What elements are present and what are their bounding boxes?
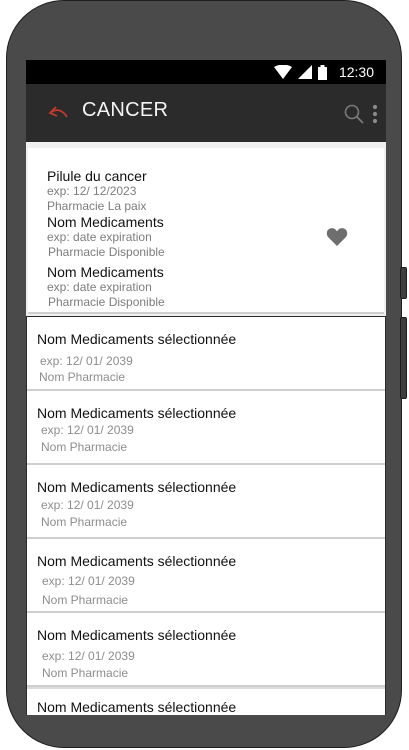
favorite-item[interactable]: Nom Medicaments exp: date expiration Pha…: [47, 264, 165, 310]
list-item[interactable]: Nom Medicaments sélectionnée exp: 12/ 01…: [27, 539, 385, 613]
expiration-date: exp: 12/ 01/ 2039: [42, 649, 135, 663]
favorites-card: Pilule du cancer exp: 12/ 12/2023 Pharma…: [28, 148, 384, 314]
list-item[interactable]: Nom Medicaments sélectionnée: [27, 689, 385, 715]
selected-medicines-list: Nom Medicaments sélectionnée exp: 12/ 01…: [26, 316, 386, 715]
more-vert-icon[interactable]: [372, 104, 378, 124]
list-item[interactable]: Nom Medicaments sélectionnée exp: 12/ 01…: [27, 391, 385, 465]
expiration-date: exp: 12/ 01/ 2039: [41, 498, 134, 512]
wifi-icon: [273, 65, 292, 79]
power-button: [400, 267, 407, 299]
list-item[interactable]: Nom Medicaments sélectionnée exp: 12/ 01…: [27, 465, 385, 539]
expiration-date: exp: date expiration: [47, 280, 152, 294]
status-time: 12:30: [338, 64, 374, 80]
expiration-date: exp: date expiration: [47, 230, 152, 244]
pharmacy-name: Pharmacie La paix: [47, 199, 147, 213]
medicine-name: Nom Medicaments sélectionnée: [37, 331, 237, 347]
pharmacy-name: Nom Pharmacie: [41, 440, 128, 454]
volume-button: [400, 317, 407, 399]
expiration-date: exp: 12/ 01/ 2039: [42, 574, 135, 588]
search-icon[interactable]: [344, 104, 364, 124]
medicine-name: Nom Medicaments sélectionnée: [37, 405, 237, 421]
cellular-signal-icon: [297, 65, 312, 79]
heart-icon[interactable]: [326, 227, 348, 247]
pharmacy-name: Pharmacie Disponible: [48, 245, 165, 259]
pharmacy-name: Nom Pharmacie: [41, 515, 128, 529]
back-arrow-icon[interactable]: [46, 101, 70, 125]
pharmacy-name: Nom Pharmacie: [42, 666, 129, 680]
expiration-date: exp: 12/ 01/ 2039: [41, 423, 134, 437]
battery-icon: [317, 64, 327, 80]
expiration-date: exp: 12/ 01/ 2039: [40, 354, 133, 368]
pharmacy-name: Nom Pharmacie: [42, 593, 129, 607]
screen: 12:30 CANCER Pilule du cancer exp: 12/ 1…: [26, 60, 386, 715]
medicine-name: Nom Medicaments sélectionnée: [37, 627, 237, 643]
medicine-name: Nom Medicaments: [47, 214, 164, 230]
list-item[interactable]: Nom Medicaments sélectionnée exp: 12/ 01…: [27, 613, 385, 687]
medicine-name: Nom Medicaments sélectionnée: [37, 553, 237, 569]
medicine-name: Nom Medicaments sélectionnée: [37, 699, 237, 715]
app-bar: CANCER: [26, 84, 386, 142]
list-item[interactable]: Nom Medicaments sélectionnée exp: 12/ 01…: [27, 317, 385, 391]
medicine-name: Nom Medicaments: [47, 264, 164, 280]
favorite-item[interactable]: Nom Medicaments exp: date expiration Pha…: [47, 214, 165, 260]
medicine-name: Nom Medicaments sélectionnée: [37, 479, 237, 495]
favorite-item[interactable]: Pilule du cancer exp: 12/ 12/2023 Pharma…: [47, 168, 147, 214]
medicine-name: Pilule du cancer: [47, 168, 147, 184]
pharmacy-name: Pharmacie Disponible: [48, 295, 165, 309]
pharmacy-name: Nom Pharmacie: [39, 370, 126, 384]
status-bar: 12:30: [26, 60, 386, 84]
page-title: CANCER: [82, 99, 169, 121]
expiration-date: exp: 12/ 12/2023: [47, 184, 137, 198]
